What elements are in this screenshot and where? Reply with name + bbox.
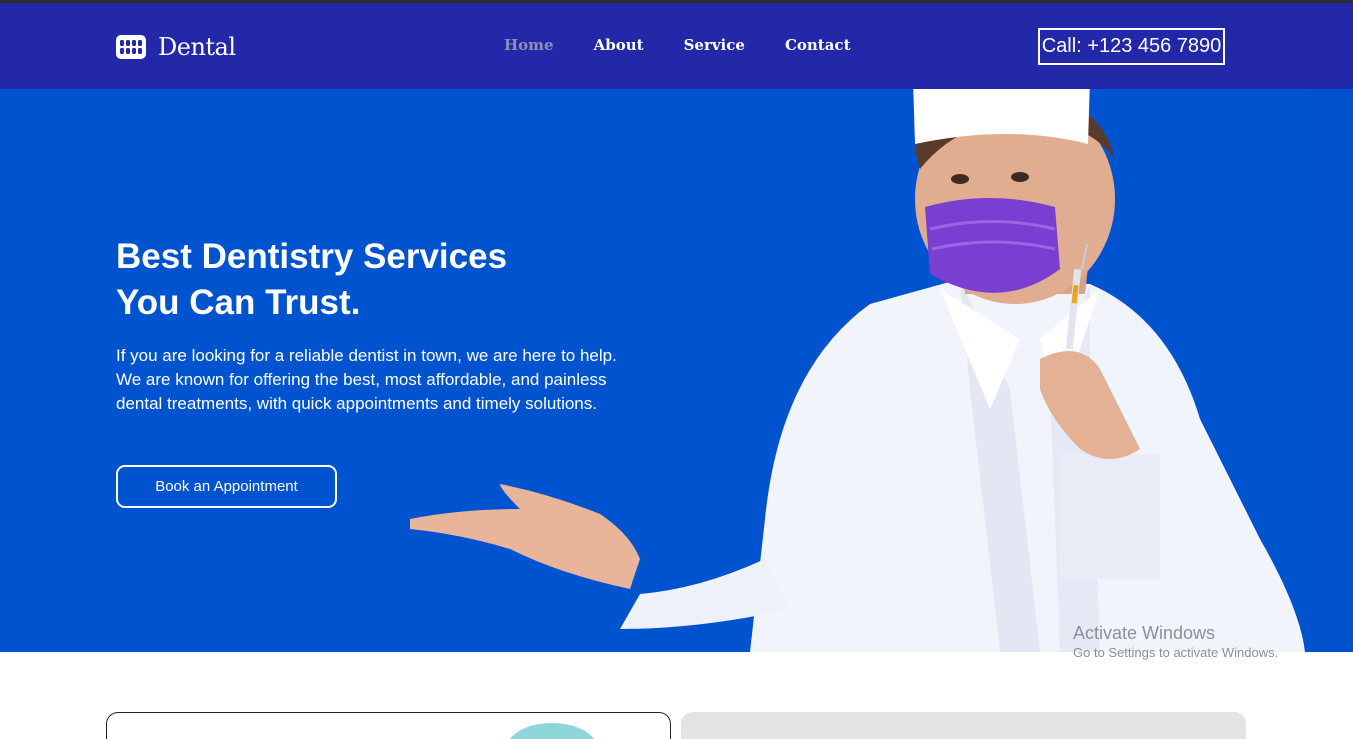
info-card (681, 712, 1246, 739)
service-card[interactable] (106, 712, 671, 739)
hero-text-line: We are known for offering the best, most… (116, 370, 607, 389)
windows-activation-watermark: Activate Windows Go to Settings to activ… (1073, 622, 1278, 662)
hero-section: Best Dentistry Services You Can Trust. I… (0, 89, 1353, 652)
service-card-image (497, 723, 607, 739)
hero-title-line: Best Dentistry Services (116, 237, 508, 276)
hero-description: If you are looking for a reliable dentis… (116, 344, 676, 416)
hero-title-line: You Can Trust. (116, 283, 361, 322)
nav-link-home[interactable]: Home (504, 36, 554, 54)
nav-link-about[interactable]: About (594, 36, 644, 54)
watermark-title: Activate Windows (1073, 623, 1216, 643)
navbar: Dental Home About Service Contact Call: … (0, 3, 1353, 89)
hero-text-line: dental treatments, with quick appointmen… (116, 394, 597, 413)
nav-link-contact[interactable]: Contact (785, 36, 851, 54)
book-appointment-button[interactable]: Book an Appointment (116, 465, 337, 508)
watermark-subtitle: Go to Settings to activate Windows. (1073, 645, 1279, 660)
main-nav: Home About Service Contact (504, 36, 891, 54)
brand-name: Dental (158, 33, 236, 61)
brand-logo[interactable]: Dental (116, 29, 236, 65)
hero-text-line: If you are looking for a reliable dentis… (116, 346, 617, 365)
nav-link-service[interactable]: Service (684, 36, 745, 54)
hero-title: Best Dentistry Services You Can Trust. (116, 234, 676, 326)
teeth-icon (116, 35, 146, 59)
call-button[interactable]: Call: +123 456 7890 (1038, 28, 1225, 65)
